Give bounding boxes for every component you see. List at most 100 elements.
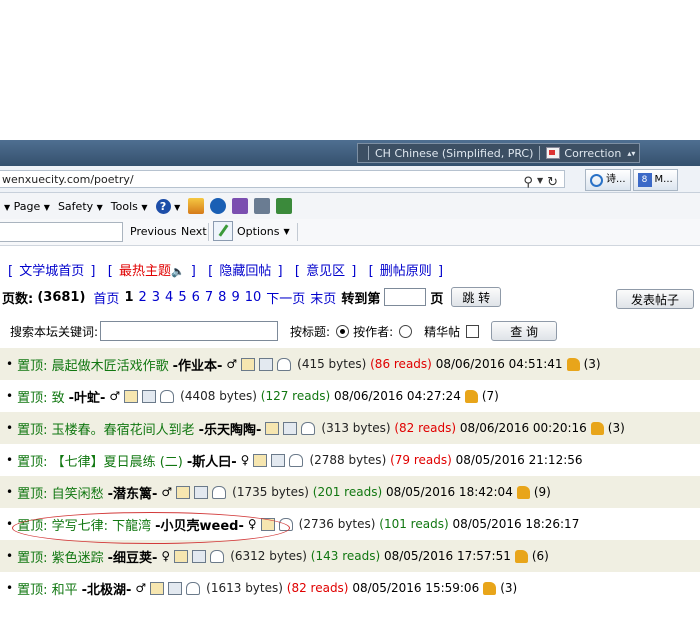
dropdown-arrow-icon[interactable]: ▼ <box>537 174 543 192</box>
divider <box>208 223 209 241</box>
page-link-2[interactable]: 2 <box>138 290 146 305</box>
thumbs-up-icon <box>514 549 528 563</box>
post-title-link[interactable]: 置顶: 自笑闲愁 <box>17 483 104 502</box>
blank-area <box>0 0 700 140</box>
gender-icon: ♂ <box>109 389 121 403</box>
last-page-link[interactable]: 末页 <box>310 288 336 307</box>
page-link-6[interactable]: 6 <box>192 290 200 305</box>
user-icon[interactable] <box>186 581 201 595</box>
blog-icon[interactable] <box>142 389 157 403</box>
find-options-label: Options <box>237 224 280 238</box>
safety-menu-label: Safety <box>57 199 94 213</box>
post-size: (6312 bytes) <box>230 549 307 563</box>
blog-icon[interactable] <box>194 485 209 499</box>
post-reads: (201 reads) <box>312 485 383 499</box>
jump-button[interactable]: 跳 转 <box>451 287 502 307</box>
user-icon[interactable] <box>301 421 316 435</box>
find-bar: Previous Next Options ▼ <box>0 219 700 246</box>
search-icon[interactable]: ⚲ <box>523 174 533 192</box>
blog-icon[interactable] <box>259 357 274 371</box>
bracket: ] <box>90 264 96 279</box>
featured-checkbox[interactable] <box>466 324 480 338</box>
post-reads: (143 reads) <box>310 549 381 563</box>
post-reads: (86 reads) <box>370 357 432 371</box>
nav-deletion-rules-link[interactable]: 删帖原则 <box>380 264 432 279</box>
hp-icon[interactable] <box>210 198 227 214</box>
tab-gmail[interactable]: 8 M... <box>632 169 678 191</box>
user-icon[interactable] <box>212 485 227 499</box>
tools-menu[interactable]: Tools ▼ <box>111 200 148 213</box>
post-size: (1735 bytes) <box>232 485 309 499</box>
page-link-3[interactable]: 3 <box>152 290 160 305</box>
ime-options-icon[interactable]: ▴▾ <box>627 149 635 158</box>
post-author[interactable]: -作业本- <box>173 355 223 374</box>
onenote-icon[interactable] <box>232 198 249 214</box>
post-size: (415 bytes) <box>297 357 367 371</box>
by-author-label: 按作者: <box>353 324 394 339</box>
nav-feedback-link[interactable]: 意见区 <box>306 264 345 279</box>
blog-icon[interactable] <box>283 421 298 435</box>
page-menu[interactable]: ▼ Page ▼ <box>4 200 50 213</box>
page-link-10[interactable]: 10 <box>245 290 262 305</box>
nav-hot-topics-link[interactable]: 最热主题 <box>119 264 171 279</box>
refresh-icon[interactable]: ↻ <box>547 174 558 192</box>
search-keyword-input[interactable] <box>100 321 279 341</box>
new-post-button[interactable]: 发表帖子 <box>616 289 694 309</box>
next-page-link[interactable]: 下一页 <box>266 288 305 307</box>
bracket: ] <box>277 264 283 279</box>
ime-correction[interactable]: Correction <box>564 147 621 160</box>
post-title-link[interactable]: 置顶: 紫色迷踪 <box>17 547 104 566</box>
post-title-link[interactable]: 置顶: 晨起做木匠活戏作歌 <box>17 355 169 374</box>
help-menu[interactable]: ? ▼ <box>155 198 180 214</box>
post-author[interactable]: -乐天陶陶- <box>199 419 262 438</box>
thumbs-up-icon <box>590 421 604 435</box>
post-author[interactable]: -斯人曰- <box>187 451 237 470</box>
post-title-link[interactable]: 置顶: 【七律】夏日晨练 (二) <box>17 451 183 470</box>
nav-hide-replies-link[interactable]: 隐藏回帖 <box>219 264 271 279</box>
blog-icon[interactable] <box>192 549 207 563</box>
post-title-link[interactable]: 置顶: 玉楼春。春宿花间人到老 <box>17 419 195 438</box>
page-link-8[interactable]: 8 <box>218 290 226 305</box>
page-link-9[interactable]: 9 <box>231 290 239 305</box>
post-size: (4408 bytes) <box>180 389 257 403</box>
user-icon[interactable] <box>160 389 175 403</box>
java-icon[interactable] <box>188 198 205 214</box>
post-author[interactable]: -叶虻- <box>69 387 106 406</box>
find-previous-button[interactable]: Previous <box>130 225 177 238</box>
blog-icon[interactable] <box>271 453 286 467</box>
search-button[interactable]: 查 询 <box>491 321 558 341</box>
post-likes: (3) <box>583 357 601 371</box>
ime-language-bar[interactable]: CH Chinese (Simplified, PRC) Correction … <box>357 143 641 163</box>
list-item: • 置顶: 自笑闲愁 -潜东篱- ♂ (1735 bytes) (201 rea… <box>0 476 700 508</box>
post-author[interactable]: -北极湖- <box>82 579 132 598</box>
find-next-button[interactable]: Next <box>181 225 207 238</box>
post-author[interactable]: -潜东篱- <box>108 483 158 502</box>
nav-home-link[interactable]: 文学城首页 <box>19 264 84 279</box>
evernote-icon[interactable] <box>276 198 293 214</box>
post-title-link[interactable]: 置顶: 致 <box>17 387 65 406</box>
research-icon[interactable] <box>254 198 271 214</box>
safety-menu[interactable]: Safety ▼ <box>58 200 103 213</box>
ime-language[interactable]: CH Chinese (Simplified, PRC) <box>375 147 533 160</box>
page-link-7[interactable]: 7 <box>205 290 213 305</box>
page-link-5[interactable]: 5 <box>178 290 186 305</box>
by-author-radio[interactable] <box>399 324 413 338</box>
find-input[interactable] <box>0 222 123 242</box>
by-title-radio[interactable] <box>336 324 350 338</box>
user-icon[interactable] <box>210 549 225 563</box>
first-page-link[interactable]: 首页 <box>93 288 119 307</box>
goto-page-input[interactable] <box>384 288 427 306</box>
featured-label: 精华帖 <box>424 324 461 339</box>
post-title-link[interactable]: 置顶: 和平 <box>17 579 78 598</box>
user-icon[interactable] <box>277 357 292 371</box>
url-field[interactable]: wenxuecity.com/poetry/ ⚲ ▼ ↻ <box>0 170 565 190</box>
tab-poetry[interactable]: 诗... <box>585 169 631 191</box>
post-author[interactable]: -细豆荚- <box>108 547 158 566</box>
find-options-button[interactable]: Options ▼ <box>213 221 290 241</box>
blog-icon[interactable] <box>168 581 183 595</box>
page-link-4[interactable]: 4 <box>165 290 173 305</box>
list-item: • 置顶: 晨起做木匠活戏作歌 -作业本- ♂ (415 bytes) (86 … <box>0 348 700 380</box>
bracket: [ <box>8 264 14 279</box>
user-icon[interactable] <box>289 453 304 467</box>
bracket: ] <box>351 264 357 279</box>
